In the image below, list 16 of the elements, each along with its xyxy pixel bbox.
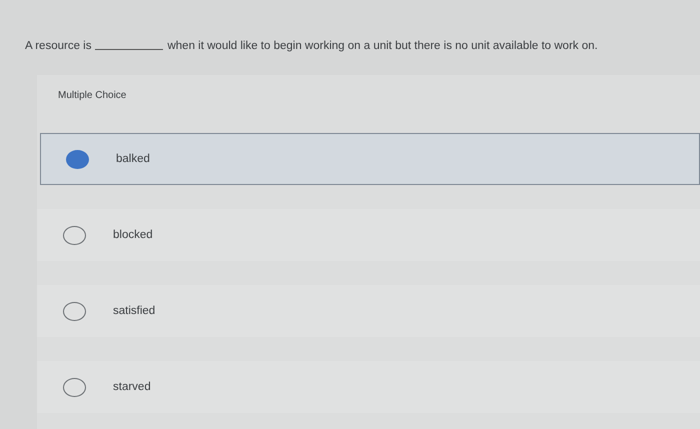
radio-button[interactable] bbox=[63, 226, 86, 244]
answer-option[interactable]: satisfied bbox=[37, 285, 700, 337]
question-text: when it would like to begin working on a unit but there is no unit available to work on. bbox=[167, 40, 598, 52]
answer-option[interactable]: balked bbox=[40, 133, 700, 185]
radio-button[interactable] bbox=[66, 150, 89, 168]
radio-button[interactable] bbox=[63, 302, 86, 320]
option-label: satisfied bbox=[113, 305, 156, 317]
question-text: A resource is bbox=[25, 40, 92, 52]
answer-option[interactable]: starved bbox=[37, 361, 700, 413]
question-type-label: Multiple Choice bbox=[57, 89, 128, 103]
option-label: balked bbox=[116, 153, 150, 165]
answer-option[interactable]: blocked bbox=[37, 209, 700, 261]
radio-button[interactable] bbox=[63, 378, 86, 396]
fill-in-line bbox=[95, 49, 164, 50]
option-label: blocked bbox=[113, 229, 153, 241]
option-label: starved bbox=[113, 381, 151, 393]
